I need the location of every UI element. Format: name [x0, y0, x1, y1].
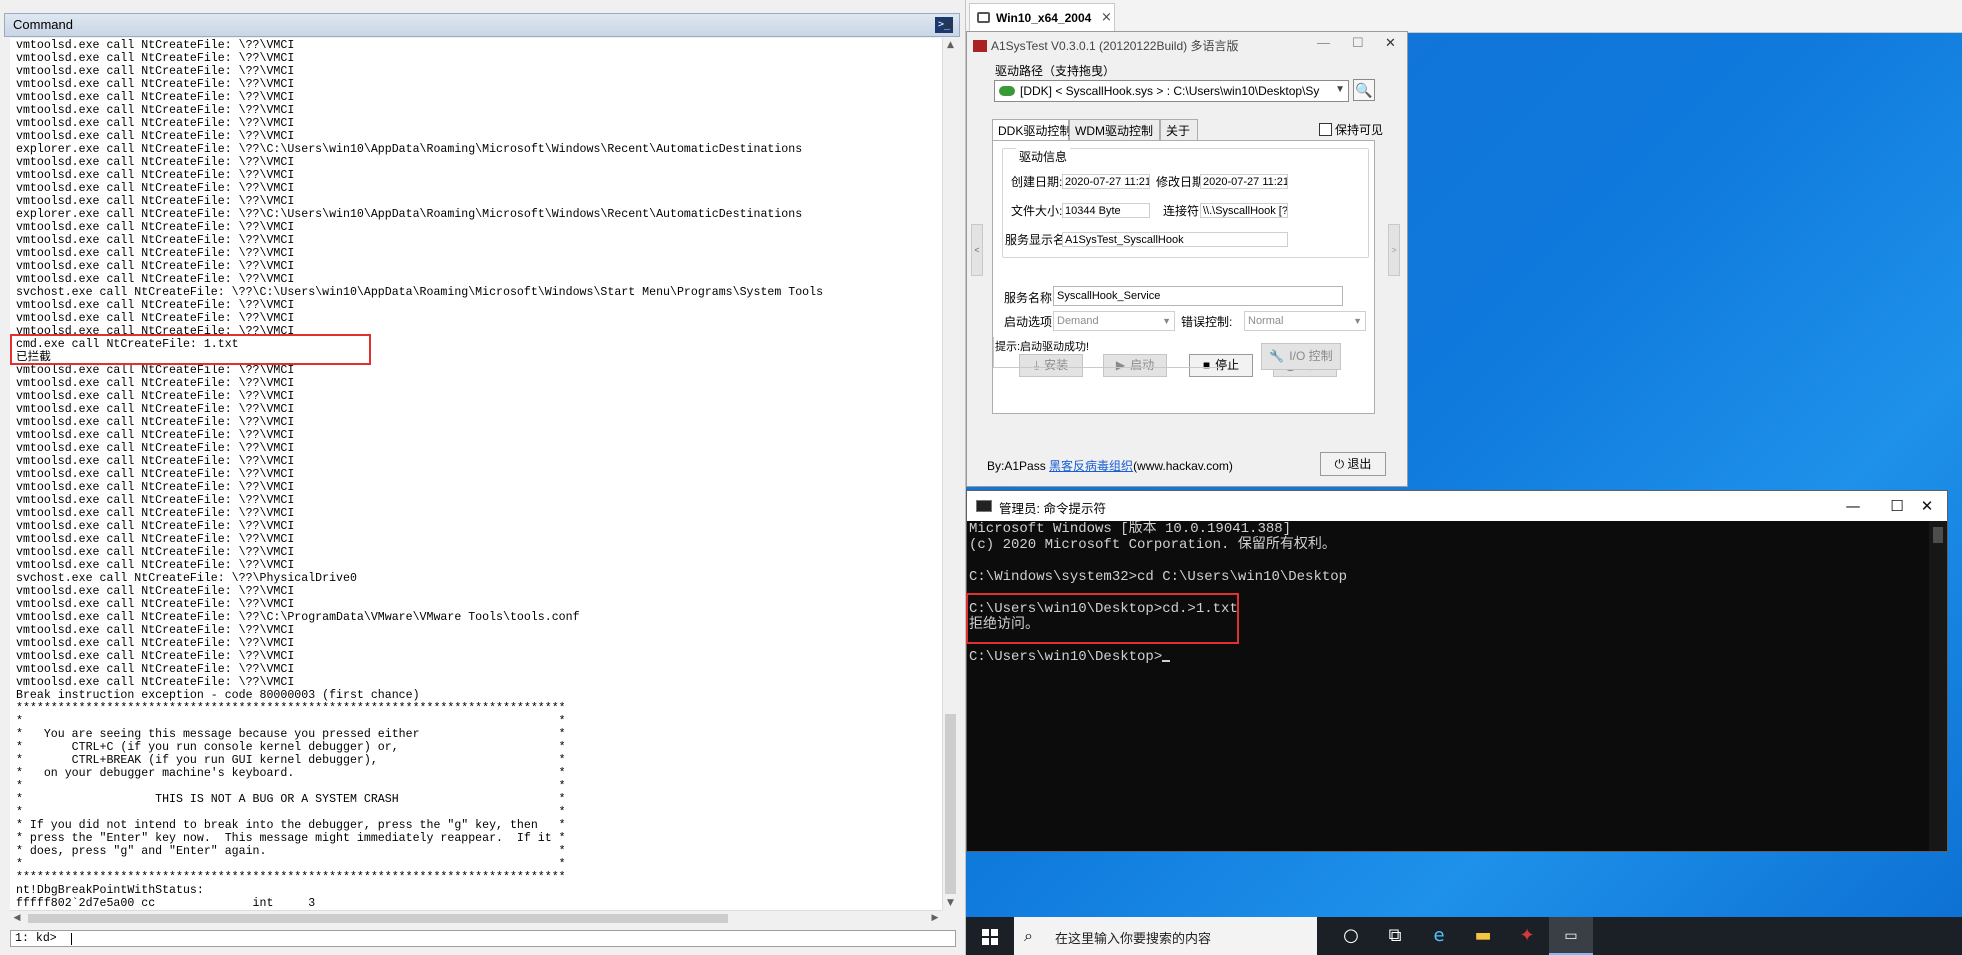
a1systest-app-icon[interactable]: ✦	[1505, 917, 1549, 955]
start-option-label: 启动选项:	[1004, 315, 1056, 329]
chevron-down-icon[interactable]: ▼	[1335, 84, 1345, 95]
start-option-value: Demand	[1057, 315, 1099, 327]
display-name-value: A1SysTest_SyscallHook	[1062, 232, 1288, 247]
windows-logo-icon	[982, 929, 998, 945]
file-size-value: 10344 Byte	[1062, 203, 1150, 218]
link-label: 连接符:	[1163, 204, 1203, 218]
a1-app-icon	[973, 40, 987, 52]
error-control-select[interactable]: Normal ▼	[1244, 311, 1366, 331]
admin-console-window[interactable]: 管理员: 命令提示符 — ☐ ✕ Microsoft Windows [版本 1…	[966, 490, 1948, 852]
created-date-label: 创建日期:	[1011, 175, 1063, 189]
tab-ddk[interactable]: DDK驱动控制	[992, 119, 1071, 142]
scroll-down-arrow-icon[interactable]: ▼	[943, 896, 958, 910]
scroll-right-arrow-icon[interactable]: ▶	[928, 911, 942, 926]
a1-minimize-icon[interactable]: —	[1317, 35, 1330, 50]
keep-visible-label: 保持可见	[1335, 123, 1384, 137]
tab-about[interactable]: 关于	[1160, 119, 1198, 141]
a1-title: A1SysTest V0.3.0.1 (20120122Build) 多语言版	[973, 37, 1238, 54]
service-name-input[interactable]: SyscallHook_Service	[1053, 286, 1343, 306]
console-close-icon[interactable]: ✕	[1905, 494, 1949, 518]
console-caret	[1162, 660, 1171, 662]
cortana-icon[interactable]: ○	[1329, 917, 1373, 955]
driver-info-label: 驱动信息	[1016, 148, 1071, 165]
command-horizontal-scrollbar[interactable]: ◀ ▶	[10, 910, 942, 926]
console-app-icon	[976, 500, 992, 512]
console-scrollbar[interactable]	[1929, 521, 1947, 851]
side-collapse-left-icon[interactable]: <	[971, 224, 983, 276]
display-name-label: 服务显示名:	[1005, 233, 1069, 247]
command-titlebar[interactable]: Command >_	[4, 13, 960, 37]
footer-credit: By:A1Pass 黑客反病毒组织(www.hackav.com)	[987, 457, 1233, 474]
io-control-label: I/O 控制	[1289, 349, 1333, 363]
chevron-down-icon: ▼	[1162, 316, 1171, 326]
a1systest-window: A1SysTest V0.3.0.1 (20120122Build) 多语言版 …	[966, 31, 1408, 487]
search-icon: ⌕	[1024, 926, 1033, 945]
scroll-thumb[interactable]	[945, 714, 956, 894]
created-date-value: 2020-07-27 11:21:58	[1062, 174, 1150, 189]
wrench-icon: 🔧	[1269, 349, 1285, 363]
scroll-left-arrow-icon[interactable]: ◀	[10, 911, 24, 926]
scroll-up-arrow-icon[interactable]: ▲	[943, 38, 958, 52]
taskbar-search-box[interactable]: ⌕ 在这里输入你要搜索的内容	[1014, 917, 1317, 955]
hscroll-thumb[interactable]	[28, 914, 728, 923]
console-titlebar[interactable]: 管理员: 命令提示符 — ☐ ✕	[967, 491, 1947, 521]
driver-info-group: 驱动信息 创建日期: 2020-07-27 11:21:58 修改日期: 202…	[1002, 148, 1369, 258]
command-output[interactable]: vmtoolsd.exe call NtCreateFile: \??\VMCI…	[10, 38, 942, 910]
keep-visible-checkbox[interactable]: 保持可见	[1319, 121, 1383, 138]
power-icon: ⏻	[1334, 457, 1345, 471]
chevron-down-icon: ▼	[1353, 316, 1362, 326]
footer-link[interactable]: 黑客反病毒组织	[1049, 459, 1133, 473]
taskbar-search-placeholder: 在这里输入你要搜索的内容	[1055, 931, 1212, 946]
command-title: Command	[13, 17, 73, 32]
vm-screen-icon	[977, 12, 990, 23]
command-prompt-app-icon[interactable]: ▭	[1549, 917, 1593, 955]
tip-text: 提示:启动驱动成功!	[993, 337, 1221, 368]
a1-close-icon[interactable]: ✕	[1385, 35, 1396, 51]
taskbar: ⌕ 在这里输入你要搜索的内容 ○ ⧉ e ▬ ✦ ▭	[966, 917, 1962, 955]
side-expand-right-icon[interactable]: >	[1388, 224, 1400, 276]
command-output-text: vmtoolsd.exe call NtCreateFile: \??\VMCI…	[16, 39, 824, 910]
service-name-label: 服务名称:	[1004, 291, 1056, 305]
console-output-text: Microsoft Windows [版本 10.0.19041.388] (c…	[969, 521, 1348, 665]
ddk-panel: 驱动信息 创建日期: 2020-07-27 11:21:58 修改日期: 202…	[992, 140, 1375, 414]
file-size-label: 文件大小:	[1011, 204, 1063, 218]
exit-label: 退出	[1347, 457, 1372, 471]
vm-tab-close-icon[interactable]: ×	[1101, 10, 1112, 25]
windbg-command-window: Command >_ × vmtoolsd.exe call NtCreateF…	[0, 0, 966, 955]
file-explorer-icon[interactable]: ▬	[1461, 917, 1505, 955]
start-button[interactable]	[970, 917, 1014, 955]
driver-path-value: [DDK] < SyscallHook.sys > : C:\Users\win…	[1020, 84, 1320, 98]
kd-prompt: 1: kd>	[15, 932, 57, 945]
browse-search-icon[interactable]: 🔍	[1353, 79, 1375, 101]
text-caret	[71, 933, 72, 945]
tab-wdm[interactable]: WDM驱动控制	[1069, 119, 1160, 141]
driver-path-select[interactable]: [DDK] < SyscallHook.sys > : C:\Users\win…	[994, 80, 1349, 102]
checkbox-box[interactable]	[1319, 123, 1332, 136]
link-value: \\.\SyscallHook [?]	[1200, 203, 1288, 218]
footer-by: By:A1Pass	[987, 459, 1046, 473]
error-control-value: Normal	[1248, 315, 1284, 327]
footer-url: (www.hackav.com)	[1133, 459, 1233, 473]
a1-title-text: A1SysTest V0.3.0.1 (20120122Build) 多语言版	[991, 39, 1239, 53]
console-output[interactable]: Microsoft Windows [版本 10.0.19041.388] (c…	[967, 521, 1929, 851]
command-vertical-scrollbar[interactable]: ▲ ▼	[942, 38, 958, 910]
command-close-icon[interactable]: ×	[941, 16, 957, 34]
vm-tab-strip: Win10_x64_2004 ×	[966, 0, 1962, 33]
io-control-button[interactable]: 🔧 I/O 控制	[1261, 343, 1341, 370]
driver-path-label: 驱动路径（支持拖曳）	[995, 64, 1116, 78]
driver-cloud-icon	[999, 86, 1015, 96]
start-option-select[interactable]: Demand ▼	[1053, 311, 1175, 331]
exit-button[interactable]: ⏻ 退出	[1320, 452, 1386, 476]
vm-tab[interactable]: Win10_x64_2004 ×	[969, 3, 1115, 32]
modified-date-value: 2020-07-27 11:21:56	[1200, 174, 1288, 189]
command-input[interactable]: 1: kd>	[10, 930, 956, 947]
edge-browser-icon[interactable]: e	[1417, 917, 1461, 955]
vm-tab-label: Win10_x64_2004	[996, 11, 1092, 25]
console-scroll-thumb[interactable]	[1933, 527, 1943, 543]
error-control-label: 错误控制:	[1181, 315, 1233, 329]
console-minimize-icon[interactable]: —	[1831, 494, 1875, 518]
task-view-icon[interactable]: ⧉	[1373, 917, 1417, 955]
a1-maximize-icon[interactable]: ☐	[1352, 35, 1364, 51]
console-title: 管理员: 命令提示符	[999, 502, 1106, 516]
